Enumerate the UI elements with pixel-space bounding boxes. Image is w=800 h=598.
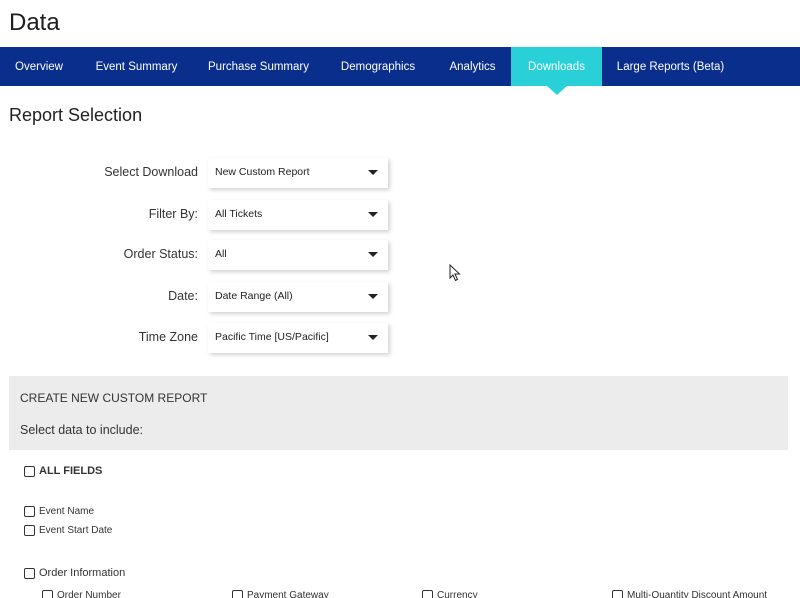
page-title: Data	[9, 9, 60, 36]
event-name-checkbox[interactable]: Event Name	[24, 506, 94, 517]
all-fields-label: ALL FIELDS	[39, 465, 103, 477]
tab-demographics[interactable]: Demographics	[322, 47, 434, 86]
filter-by-row: Filter By: All Tickets	[0, 200, 400, 230]
checkbox-icon	[24, 525, 35, 536]
event-start-date-label: Event Start Date	[39, 525, 113, 536]
checkbox-icon	[232, 590, 243, 598]
checkbox-icon	[42, 590, 53, 598]
time-zone-row: Time Zone Pacific Time [US/Pacific]	[0, 323, 400, 353]
tab-downloads[interactable]: Downloads	[511, 47, 602, 95]
custom-report-subtitle: Select data to include:	[20, 423, 143, 437]
checkbox-icon	[612, 590, 623, 598]
time-zone-label: Time Zone	[138, 330, 198, 344]
caret-down-icon	[368, 335, 378, 340]
order-status-value: All	[215, 248, 227, 260]
multi-quantity-discount-checkbox[interactable]: Multi-Quantity Discount Amount	[612, 590, 767, 598]
tab-analytics[interactable]: Analytics	[434, 47, 511, 86]
multi-quantity-discount-label: Multi-Quantity Discount Amount	[627, 590, 768, 598]
payment-gateway-label: Payment Gateway	[247, 590, 329, 598]
time-zone-value: Pacific Time [US/Pacific]	[215, 331, 329, 343]
date-value: Date Range (All)	[215, 290, 293, 302]
checkbox-icon	[24, 465, 35, 477]
tab-overview[interactable]: Overview	[0, 47, 78, 86]
order-status-label: Order Status:	[123, 247, 198, 261]
tab-event-summary[interactable]: Event Summary	[78, 47, 195, 86]
checkbox-icon	[24, 506, 35, 517]
date-label: Date:	[168, 289, 198, 303]
caret-down-icon	[368, 212, 378, 217]
mouse-cursor-icon	[449, 264, 461, 282]
order-status-row: Order Status: All	[0, 240, 400, 270]
custom-report-panel: CREATE NEW CUSTOM REPORT Select data to …	[9, 376, 788, 450]
filter-by-dropdown[interactable]: All Tickets	[208, 200, 388, 230]
event-start-date-checkbox[interactable]: Event Start Date	[24, 525, 112, 536]
filter-by-value: All Tickets	[215, 208, 263, 220]
time-zone-dropdown[interactable]: Pacific Time [US/Pacific]	[208, 323, 388, 353]
filter-by-label: Filter By:	[148, 207, 198, 221]
checkbox-icon	[24, 567, 35, 579]
currency-label: Currency	[437, 590, 478, 598]
event-name-label: Event Name	[39, 506, 95, 517]
all-fields-checkbox[interactable]: ALL FIELDS	[24, 465, 102, 477]
tab-large-reports[interactable]: Large Reports (Beta)	[602, 47, 739, 86]
order-information-label: Order Information	[39, 567, 126, 579]
tab-bar: Overview Event Summary Purchase Summary …	[0, 47, 800, 95]
tab-purchase-summary[interactable]: Purchase Summary	[195, 47, 322, 86]
caret-down-icon	[368, 170, 378, 175]
date-row: Date: Date Range (All)	[0, 282, 400, 312]
caret-down-icon	[368, 294, 378, 299]
order-information-checkbox[interactable]: Order Information	[24, 567, 125, 579]
select-download-dropdown[interactable]: New Custom Report	[208, 158, 388, 188]
payment-gateway-checkbox[interactable]: Payment Gateway	[232, 590, 329, 598]
checkbox-icon	[422, 590, 433, 598]
order-number-label: Order Number	[57, 590, 121, 598]
order-status-dropdown[interactable]: All	[208, 240, 388, 270]
select-download-label: Select Download	[104, 165, 198, 179]
section-title: Report Selection	[9, 105, 143, 125]
date-dropdown[interactable]: Date Range (All)	[208, 282, 388, 312]
order-number-checkbox[interactable]: Order Number	[42, 590, 121, 598]
select-download-value: New Custom Report	[215, 166, 310, 178]
caret-down-icon	[368, 252, 378, 257]
select-download-row: Select Download New Custom Report	[0, 158, 400, 188]
custom-report-title: CREATE NEW CUSTOM REPORT	[20, 391, 208, 405]
currency-checkbox[interactable]: Currency	[422, 590, 478, 598]
